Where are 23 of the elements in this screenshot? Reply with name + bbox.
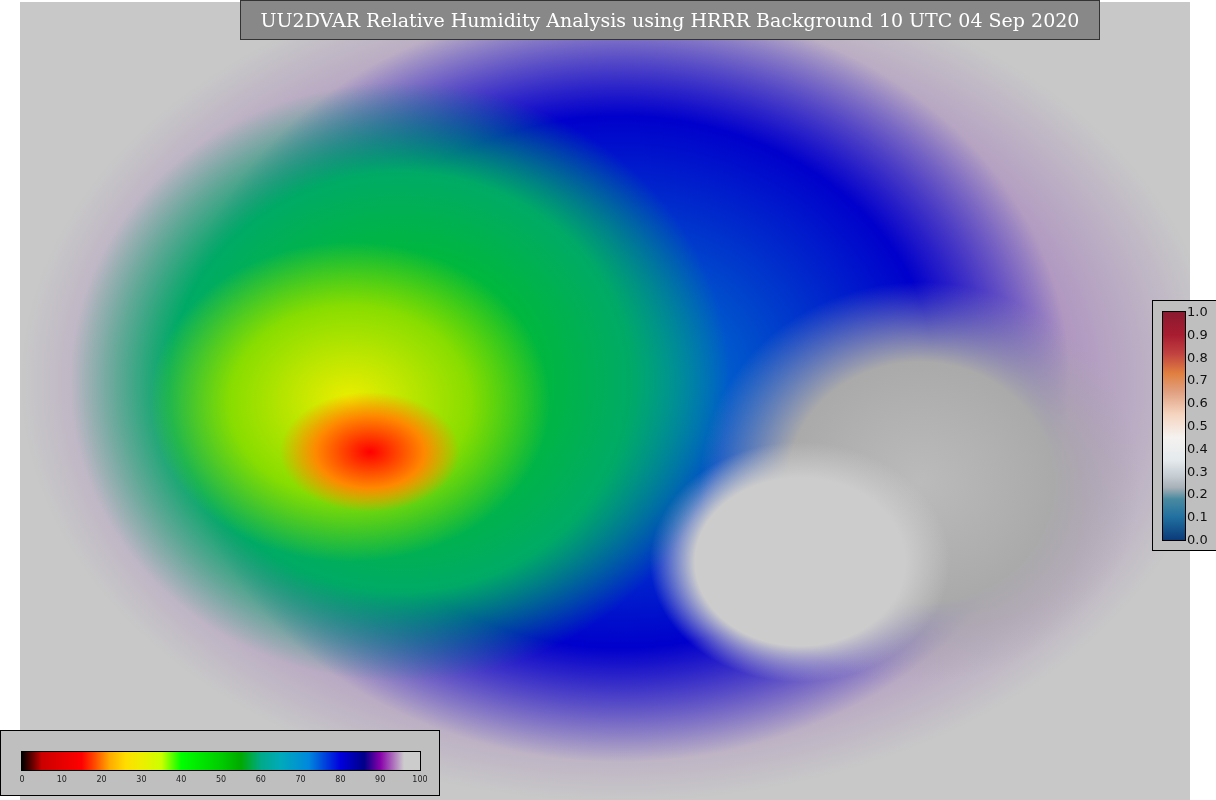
tick-label: 60 bbox=[255, 775, 266, 784]
tick-label: 0.9 bbox=[1187, 326, 1208, 342]
tick-label: 1.0 bbox=[1187, 303, 1208, 319]
tick-label: 20 bbox=[96, 775, 107, 784]
tick-label: 0.1 bbox=[1187, 508, 1208, 524]
tick-label: 90 bbox=[375, 775, 386, 784]
tick-label: 70 bbox=[295, 775, 306, 784]
tick-label: 0.4 bbox=[1187, 440, 1208, 456]
tick-label: 0 bbox=[19, 775, 25, 784]
tick-label: 0.7 bbox=[1187, 371, 1208, 387]
tick-label: 0.8 bbox=[1187, 349, 1208, 365]
tick-label: 10 bbox=[56, 775, 67, 784]
tick-label: 40 bbox=[176, 775, 187, 784]
tick-label: 0.5 bbox=[1187, 417, 1208, 433]
tick-label: 30 bbox=[136, 775, 147, 784]
tick-label: 0.2 bbox=[1187, 485, 1208, 501]
tick-label: 0.0 bbox=[1187, 531, 1208, 547]
tick-label: 80 bbox=[335, 775, 346, 784]
tick-label: 0.6 bbox=[1187, 394, 1208, 410]
tick-label: 100 bbox=[412, 775, 428, 784]
map-title: UU2DVAR Relative Humidity Analysis using HRRR Background 10 UTC 04 Sep 2020 bbox=[240, 0, 1100, 40]
tick-label: 50 bbox=[215, 775, 227, 784]
tick-label: 0.3 bbox=[1187, 463, 1208, 479]
